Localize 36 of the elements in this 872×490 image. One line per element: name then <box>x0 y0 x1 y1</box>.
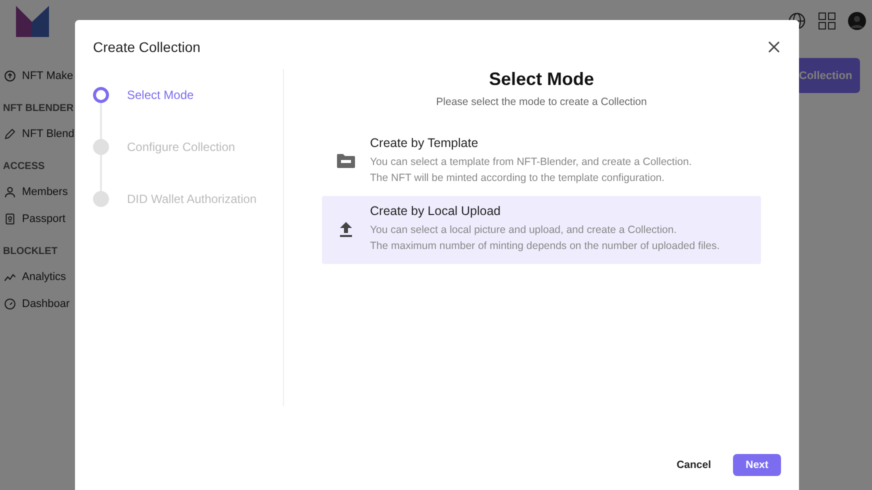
option-title: Create by Template <box>370 136 480 150</box>
folder-icon <box>336 153 356 169</box>
option-description: You can select a template from NFT-Blender, and create a Collection. <box>370 155 692 170</box>
passport-icon <box>4 212 16 224</box>
option-description: The NFT will be minted according to the template configuration. <box>370 171 666 186</box>
option-description: The maximum number of minting depends on the number of uploaded files. <box>370 239 720 254</box>
cancel-button[interactable]: Cancel <box>672 455 715 475</box>
grid-icon[interactable] <box>818 12 836 30</box>
create-collection-button[interactable]: Collection <box>799 58 860 93</box>
sidebar-item[interactable]: Passport <box>22 212 66 224</box>
avatar-icon[interactable] <box>848 12 866 30</box>
person-icon <box>4 186 16 198</box>
logo-icon <box>16 6 49 37</box>
step-label: DID Wallet Authorization <box>127 192 257 206</box>
close-icon[interactable] <box>767 40 781 54</box>
section-subtitle: Please select the mode to create a Collection <box>436 96 647 108</box>
sidebar-item[interactable]: Dashboar <box>22 298 70 310</box>
section-heading: BLOCKLET <box>2 245 58 259</box>
sidebar-item[interactable]: NFT Blend <box>22 128 74 140</box>
section-heading: ACCESS <box>2 160 46 174</box>
next-button[interactable]: Next <box>733 454 781 476</box>
sidebar-item[interactable]: NFT Make <box>22 70 74 82</box>
pencil-icon <box>4 128 16 140</box>
mode-option[interactable]: Create by Template You can select a template from NFT-Blender, and create a Collection. The NFT will be minted according to the template configuration. <box>322 128 761 196</box>
step-label: Select Mode <box>127 88 194 102</box>
option-title: Create by Local Upload <box>370 204 502 218</box>
section-title: Select Mode <box>488 69 594 90</box>
sidebar-item[interactable]: Members <box>22 186 68 198</box>
mode-option[interactable]: Create by Local Upload You can select a local picture and upload, and create a Collection. The maximum number of minting depends on the number of uploaded files. <box>322 196 761 264</box>
sidebar-item[interactable]: Analytics <box>22 270 66 282</box>
option-description: You can select a local picture and upload, and create a Collection. <box>370 223 678 238</box>
dialog-title: Create Collection <box>93 39 200 55</box>
step-label: Configure Collection <box>127 140 236 154</box>
gauge-icon <box>4 298 16 310</box>
plus-circle-icon <box>4 70 16 82</box>
section-heading: NFT BLENDER <box>2 102 75 116</box>
